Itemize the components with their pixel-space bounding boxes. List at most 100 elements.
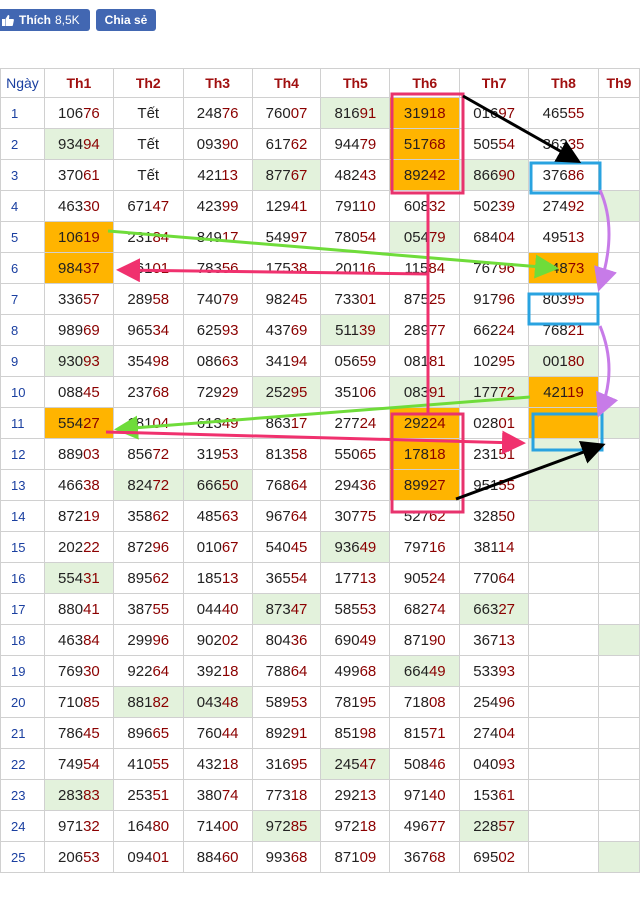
number-head: 851 [334,724,360,742]
number-tail: 96 [152,631,170,649]
number-head: 358 [127,507,153,525]
result-cell: 17713 [320,562,391,594]
number-head: 054 [403,228,429,246]
result-cell: 43769 [251,314,322,346]
number-head: 056 [334,352,360,370]
number-head: 892 [265,724,291,742]
result-cell: 23184 [112,221,184,253]
table-row: 4 46330 67147 42399 12941 79110 60832 50239 2749… [0,190,640,222]
number-tail: 67 [221,538,239,556]
table-row: 21 78645 89665 76044 89291 85198 81571 27404 [0,717,640,749]
number-head: 463 [58,197,84,215]
number-tail: 47 [359,755,377,773]
col-header-th2: Th2 [112,68,184,98]
number-head: 465 [542,104,568,122]
number-tail: 10 [359,197,376,215]
number-head: 380 [196,786,222,804]
day-number: 3 [0,159,45,191]
result-cell: 89291 [251,717,322,749]
number-tail: 27 [498,600,515,618]
number-tail: 17 [290,414,308,432]
number-head: 016 [473,104,499,122]
result-cell: 54997 [251,221,322,253]
result-cell: 25295 [251,376,322,408]
result-cell: 91796 [459,283,530,315]
number-tail: 95 [359,693,377,711]
number-head: 585 [334,600,360,618]
result-cell [597,500,640,532]
result-cell: 09401 [112,841,184,873]
number-tail: 43 [359,166,377,184]
number-head: 993 [265,848,291,866]
result-cell: Tết [112,97,184,129]
result-cell [528,624,599,656]
number-tail: 50 [221,476,239,494]
result-cell [528,717,599,749]
facebook-like-button[interactable]: Thích 8,5K [0,9,90,31]
number-tail: 64 [290,662,308,680]
result-cell: 74954 [43,748,114,780]
result-cell: 74079 [182,283,253,315]
number-head: 040 [473,755,499,773]
number-tail: 55 [152,755,170,773]
result-cell [528,562,599,594]
result-cell: 95155 [459,469,530,501]
table-row: 23 28383 25351 38074 77318 29213 97140 15361 [0,779,640,811]
number-tail: 04 [498,724,515,742]
number-tail: 93 [498,755,515,773]
number-tail: 68 [428,135,446,153]
result-cell: 08391 [389,376,461,408]
number-tail: 36 [359,476,377,494]
result-cell: 17818 [389,438,461,470]
day-number: 1 [0,97,45,129]
number-head: 816 [334,104,360,122]
result-cell: 87296 [112,531,184,563]
number-head: 729 [196,383,222,401]
result-cell: 10619 [43,221,114,253]
number-tail: 45 [83,724,100,742]
number-tail: 61 [83,166,100,184]
result-cell: 24876 [182,97,253,129]
result-cell: 60832 [389,190,461,222]
number-head: 410 [127,755,153,773]
result-cell: 49677 [389,810,461,842]
result-cell: 36335 [528,128,599,160]
result-cell: 35498 [112,345,184,377]
number-tail: 30 [83,662,100,680]
number-head: 710 [58,693,84,711]
facebook-share-button[interactable]: Chia sẻ [96,9,156,31]
number-tail: 99 [221,197,239,215]
number-head: 872 [127,538,153,556]
number-tail: 62 [152,507,170,525]
number-tail: 07 [290,104,308,122]
share-label: Chia sẻ [104,13,148,27]
number-head: 896 [127,724,153,742]
col-header-th3: Th3 [182,68,253,98]
number-head: 589 [265,693,291,711]
number-tail: 18 [221,662,239,680]
number-head: 283 [58,786,84,804]
number-tail: 91 [428,383,446,401]
result-cell: 77318 [251,779,322,811]
number-tail: 54 [83,755,100,773]
day-number: 9 [0,345,45,377]
result-cell [597,810,640,842]
day-number: 15 [0,531,45,563]
number-tail: 53 [221,445,239,463]
number-tail: 27 [83,414,100,432]
result-cell: 50846 [389,748,461,780]
result-cell: 87190 [389,624,461,656]
number-tail: 72 [152,476,170,494]
number-tail: 96 [498,290,515,308]
number-head: 181 [127,414,153,432]
number-tail: 13 [221,166,238,184]
result-cell [597,376,640,408]
result-cell [528,531,599,563]
number-head: 289 [403,321,429,339]
col-header-day: Ngày [0,68,45,98]
number-tail: 84 [428,259,446,277]
number-head: 533 [473,662,499,680]
number-head: 625 [196,321,222,339]
table-header-row: Ngày Th1 Th2 Th3 Th4 Th5 Th6 Th7 Th8 Th9 [0,68,640,98]
result-cell: 08181 [389,345,461,377]
